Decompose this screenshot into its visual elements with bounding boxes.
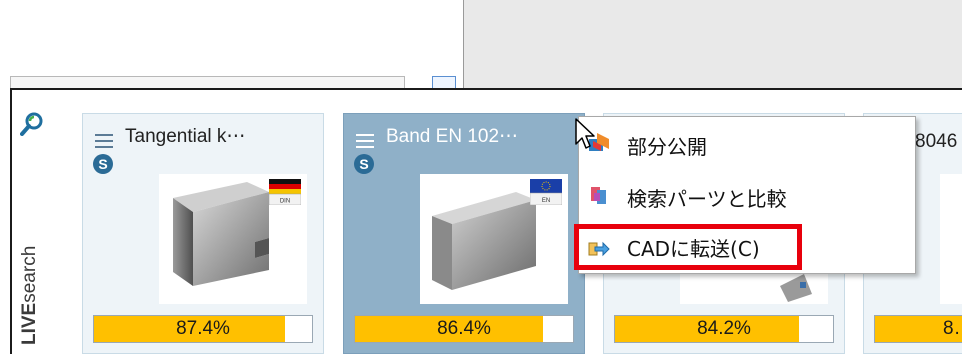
menu-item-label: 部分公開 (627, 135, 707, 159)
svg-text:DIN: DIN (280, 199, 290, 205)
standard-part-badge: S (354, 154, 374, 174)
mouse-cursor-icon (575, 118, 595, 149)
livesearch-label: LIVEsearch (19, 245, 40, 345)
background-window (463, 0, 962, 88)
match-score-text: 84.2% (697, 318, 751, 339)
menu-item-compare-parts[interactable]: 検索パーツと比較 (579, 173, 915, 217)
hamburger-menu-icon[interactable] (356, 134, 374, 148)
card-title: Tangential k⋯ (125, 126, 246, 147)
match-score-bar: 87.4% (93, 315, 313, 343)
result-card-selected[interactable]: Band EN 102⋯ S EN 86.4% (343, 113, 585, 354)
match-score-text: 86.4% (437, 318, 491, 339)
part-thumbnail: EN (420, 174, 568, 304)
card-title: Band EN 102⋯ (386, 126, 519, 147)
part-thumbnail: DIN (159, 174, 307, 304)
match-score-bar: 8… (874, 315, 962, 343)
menu-item-partial-publish[interactable]: 部分公開 (579, 121, 915, 165)
hamburger-menu-icon[interactable] (95, 134, 113, 148)
din-flag-icon: DIN (269, 179, 301, 205)
match-score-bar: 84.2% (614, 315, 834, 343)
compare-parts-icon (591, 187, 606, 204)
en-flag-icon: EN (530, 179, 562, 205)
background-dropdown-button (432, 76, 456, 88)
match-score-bar: 86.4% (354, 315, 574, 343)
livesearch-icon[interactable] (20, 112, 44, 136)
svg-text:EN: EN (542, 198, 550, 204)
highlight-annotation (574, 224, 802, 270)
menu-item-label: 検索パーツと比較 (627, 187, 787, 211)
card-title: 8046 (915, 131, 958, 152)
background-input-field (10, 76, 405, 88)
match-score-text: 8… (943, 318, 962, 339)
result-card[interactable]: Tangential k⋯ S DIN 87.4% (82, 113, 324, 354)
part-thumbnail (940, 174, 962, 304)
match-score-text: 87.4% (176, 318, 230, 339)
standard-part-badge: S (93, 154, 113, 174)
